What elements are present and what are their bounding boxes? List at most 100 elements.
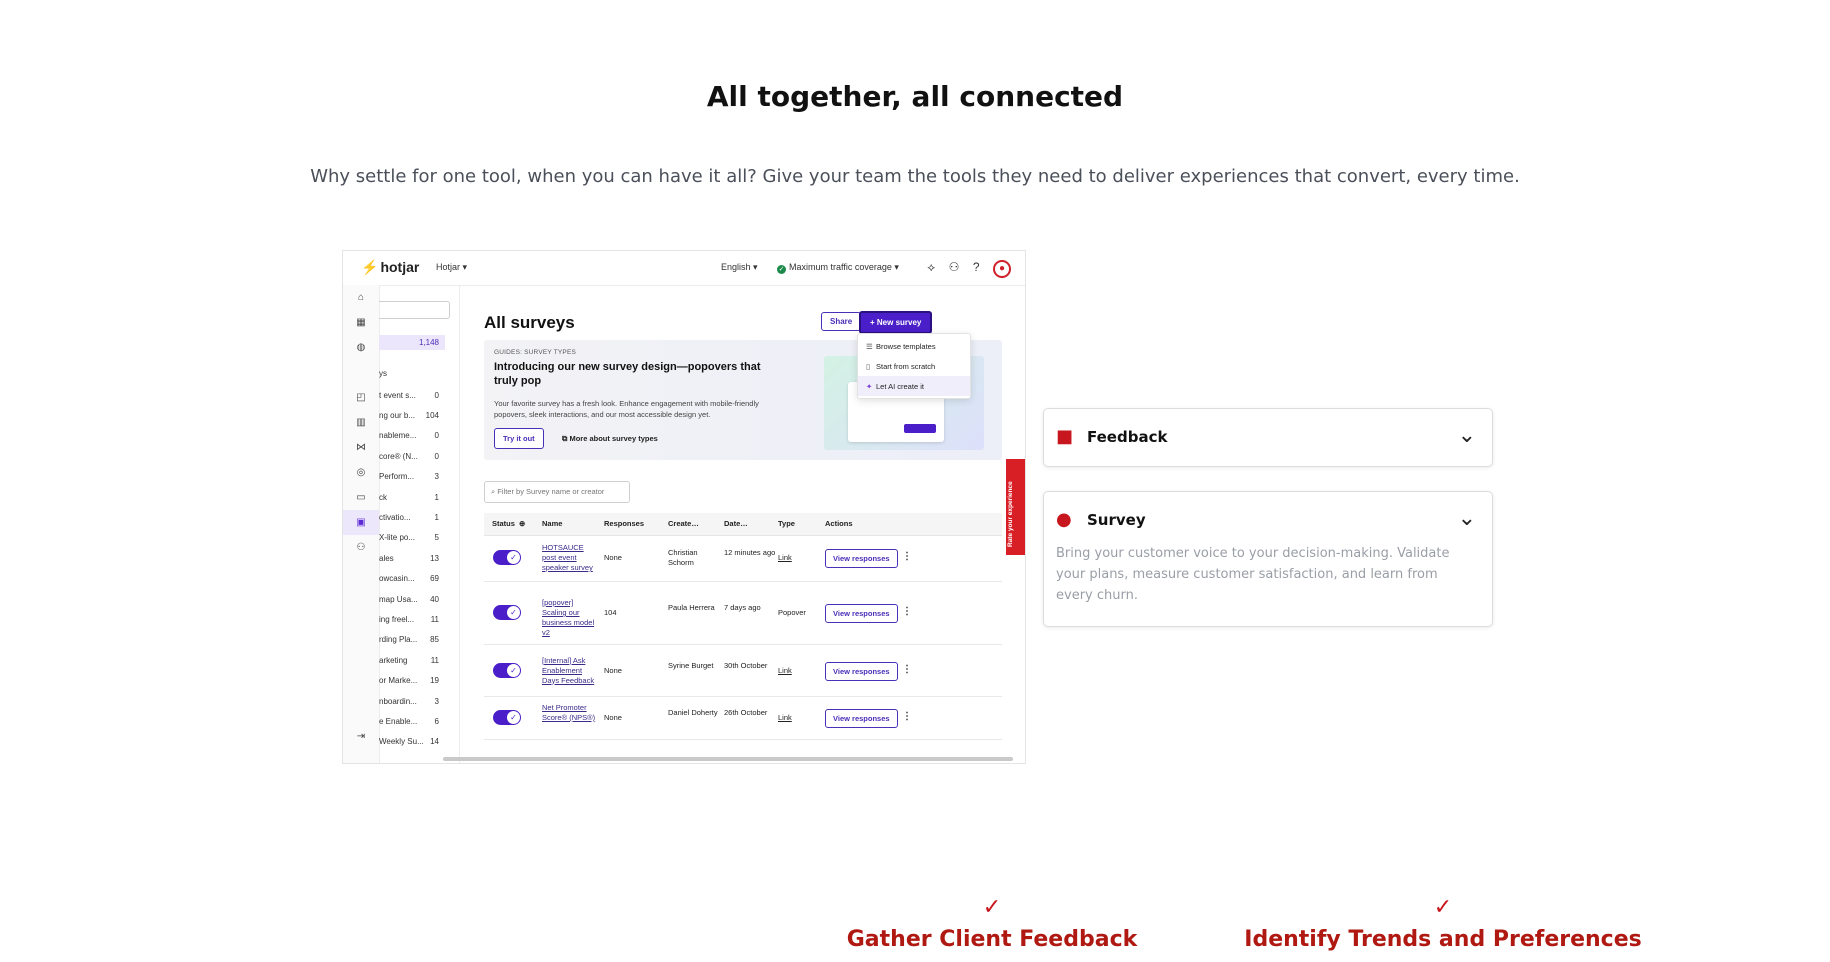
users-icon[interactable]: ⚇ <box>343 535 379 560</box>
lightbulb-icon[interactable]: ◍ <box>343 335 379 360</box>
collapse-sidebar-icon[interactable]: ⇥ <box>343 724 379 749</box>
view-responses-button[interactable]: View responses <box>825 604 898 623</box>
sort-icon[interactable]: ⊕ <box>519 513 525 535</box>
col-date[interactable]: Date… <box>724 513 748 535</box>
sidebar-item-label: e Enable... <box>379 716 418 726</box>
survey-name-link[interactable]: Net Promoter Score® (NPS®) <box>542 703 598 723</box>
sidebar-item-label: nboardin... <box>379 696 417 706</box>
dashboard-icon[interactable]: ▦ <box>343 310 379 335</box>
help-icon[interactable]: ? <box>973 260 980 274</box>
sidebar-item[interactable]: arketing 11 <box>379 650 439 670</box>
sidebar-item-count: 11 <box>430 614 439 624</box>
col-responses[interactable]: Responses <box>604 513 644 535</box>
browse-templates-item[interactable]: ☰ Browse templates <box>858 336 970 356</box>
more-actions-icon[interactable]: ⋮ <box>902 664 912 675</box>
survey-table-body: HOTSAUCE post event speaker survey None Ch… <box>484 535 1002 740</box>
status-toggle[interactable] <box>493 605 521 620</box>
view-responses-button[interactable]: View responses <box>825 661 898 681</box>
chevron-down-icon[interactable]: ⌄ <box>1458 506 1476 531</box>
survey-name-link[interactable]: [popover] Scaling our business model v2 <box>542 598 598 638</box>
let-ai-create-item[interactable]: ✦ Let AI create it <box>858 376 970 396</box>
home-icon[interactable]: ⌂ <box>343 285 379 310</box>
survey-name-link[interactable]: HOTSAUCE post event speaker survey <box>542 543 598 573</box>
benefit-item: ✓ Identify Trends and Preferences <box>1233 895 1653 952</box>
creator-value: Christian Schorm <box>668 548 698 567</box>
sidebar-search-input[interactable] <box>379 301 450 319</box>
sidebar-item[interactable]: rding Pla... 85 <box>379 630 439 650</box>
status-toggle[interactable] <box>493 662 521 678</box>
more-actions-icon[interactable]: ⋮ <box>902 606 912 617</box>
trends-icon[interactable]: ◰ <box>343 385 379 410</box>
sidebar-item[interactable]: Weekly Su... 14 <box>379 732 439 752</box>
view-responses-button[interactable]: View responses <box>825 549 898 568</box>
table-row: [Internal] Ask Enablement Days Feedback N… <box>484 645 1002 697</box>
main-content: All surveys Share + New survey GUIDES: S… <box>459 285 1025 763</box>
accordion-header[interactable]: ● Survey ⌄ <box>1044 492 1492 549</box>
table-header: Status ⊕ Name Responses Create… Date… Ty… <box>484 513 1002 536</box>
more-actions-icon[interactable]: ⋮ <box>902 711 912 722</box>
rate-experience-tab[interactable]: Rate your experience <box>1006 459 1025 555</box>
more-actions-icon[interactable]: ⋮ <box>902 551 912 562</box>
sidebar-item[interactable]: core® (N... 0 <box>379 446 439 466</box>
sidebar-item[interactable]: ctivatio... 1 <box>379 507 439 527</box>
sidebar-item[interactable]: t event s... 0 <box>379 385 439 405</box>
start-from-scratch-item[interactable]: ▯ Start from scratch <box>858 356 970 376</box>
benefit-title: Identify Trends and Preferences <box>1244 927 1642 952</box>
heatmap-icon[interactable]: ◎ <box>343 460 379 485</box>
new-survey-button[interactable]: + New survey <box>859 311 933 334</box>
feedback-icon: ■ <box>1056 426 1074 447</box>
traffic-coverage-selector[interactable]: ✓ Maximum traffic coverage ▾ <box>777 262 899 274</box>
status-toggle[interactable] <box>493 710 521 725</box>
sidebar-item-label: ck <box>379 492 387 502</box>
survey-name-link[interactable]: [Internal] Ask Enablement Days Feedback <box>542 656 598 686</box>
col-type[interactable]: Type <box>778 513 795 535</box>
table-row: HOTSAUCE post event speaker survey None Ch… <box>484 535 1002 582</box>
sidebar-item[interactable]: ales 13 <box>379 548 439 568</box>
list-icon: ☰ <box>866 342 873 351</box>
sidebar-item[interactable]: ing freel... 11 <box>379 609 439 629</box>
type-value[interactable]: Link <box>778 666 830 676</box>
status-toggle[interactable] <box>493 550 521 565</box>
rate-tab-label: Rate your experience <box>1007 481 1014 547</box>
sidebar-item[interactable]: ck 1 <box>379 487 439 507</box>
sidebar-item[interactable]: nableme... 0 <box>379 426 439 446</box>
add-user-icon[interactable]: ⚇ <box>949 260 960 274</box>
feedback-icon[interactable]: ▭ <box>343 485 379 510</box>
more-about-link[interactable]: ⧉ More about survey types <box>562 434 658 444</box>
accordion-header[interactable]: ■ Feedback ⌄ <box>1044 409 1492 466</box>
share-button[interactable]: Share <box>821 312 862 331</box>
integrations-icon[interactable]: ⟡ <box>927 260 935 275</box>
type-value[interactable]: Link <box>778 553 830 563</box>
surveys-icon[interactable]: ▣ <box>343 510 379 535</box>
accordion-survey[interactable]: ● Survey ⌄ Bring your customer voice to … <box>1043 491 1493 627</box>
survey-filter-input[interactable]: ⌕ Filter by Survey name or creator <box>484 481 630 503</box>
sidebar-item[interactable]: Perform... 3 <box>379 467 439 487</box>
type-value: Popover <box>778 608 806 617</box>
sidebar-item[interactable]: nboardin... 3 <box>379 691 439 711</box>
try-it-out-button[interactable]: Try it out <box>494 428 544 449</box>
sidebar-item[interactable]: map Usa... 40 <box>379 589 439 609</box>
funnel-icon[interactable]: ⋈ <box>343 435 379 460</box>
sidebar-item[interactable]: X-lite po... 5 <box>379 528 439 548</box>
chevron-down-icon[interactable]: ⌄ <box>1458 423 1476 448</box>
sidebar-item[interactable]: owcasin... 69 <box>379 569 439 589</box>
accordion-feedback[interactable]: ■ Feedback ⌄ <box>1043 408 1493 467</box>
sidebar-item[interactable]: ng our b... 104 <box>379 405 439 425</box>
horizontal-scrollbar[interactable] <box>443 757 1013 761</box>
col-status[interactable]: Status <box>492 513 515 535</box>
date-value: 7 days ago <box>724 603 761 612</box>
language-selector[interactable]: English ▾ <box>721 262 758 273</box>
sidebar-all-count[interactable]: 1,148 <box>379 335 445 350</box>
col-creator[interactable]: Create… <box>668 513 699 535</box>
search-icon: ⌕ <box>491 487 496 496</box>
site-selector[interactable]: Hotjar ▾ <box>436 262 467 273</box>
view-responses-button[interactable]: View responses <box>825 709 898 728</box>
col-name[interactable]: Name <box>542 513 562 535</box>
chart-icon[interactable]: ▥ <box>343 410 379 435</box>
sidebar-item-label: Weekly Su... <box>379 737 424 747</box>
sidebar-item[interactable]: e Enable... 6 <box>379 711 439 731</box>
user-avatar-icon[interactable]: ● <box>993 260 1011 278</box>
type-value[interactable]: Link <box>778 713 830 723</box>
sidebar-item[interactable]: or Marke... 19 <box>379 670 439 690</box>
